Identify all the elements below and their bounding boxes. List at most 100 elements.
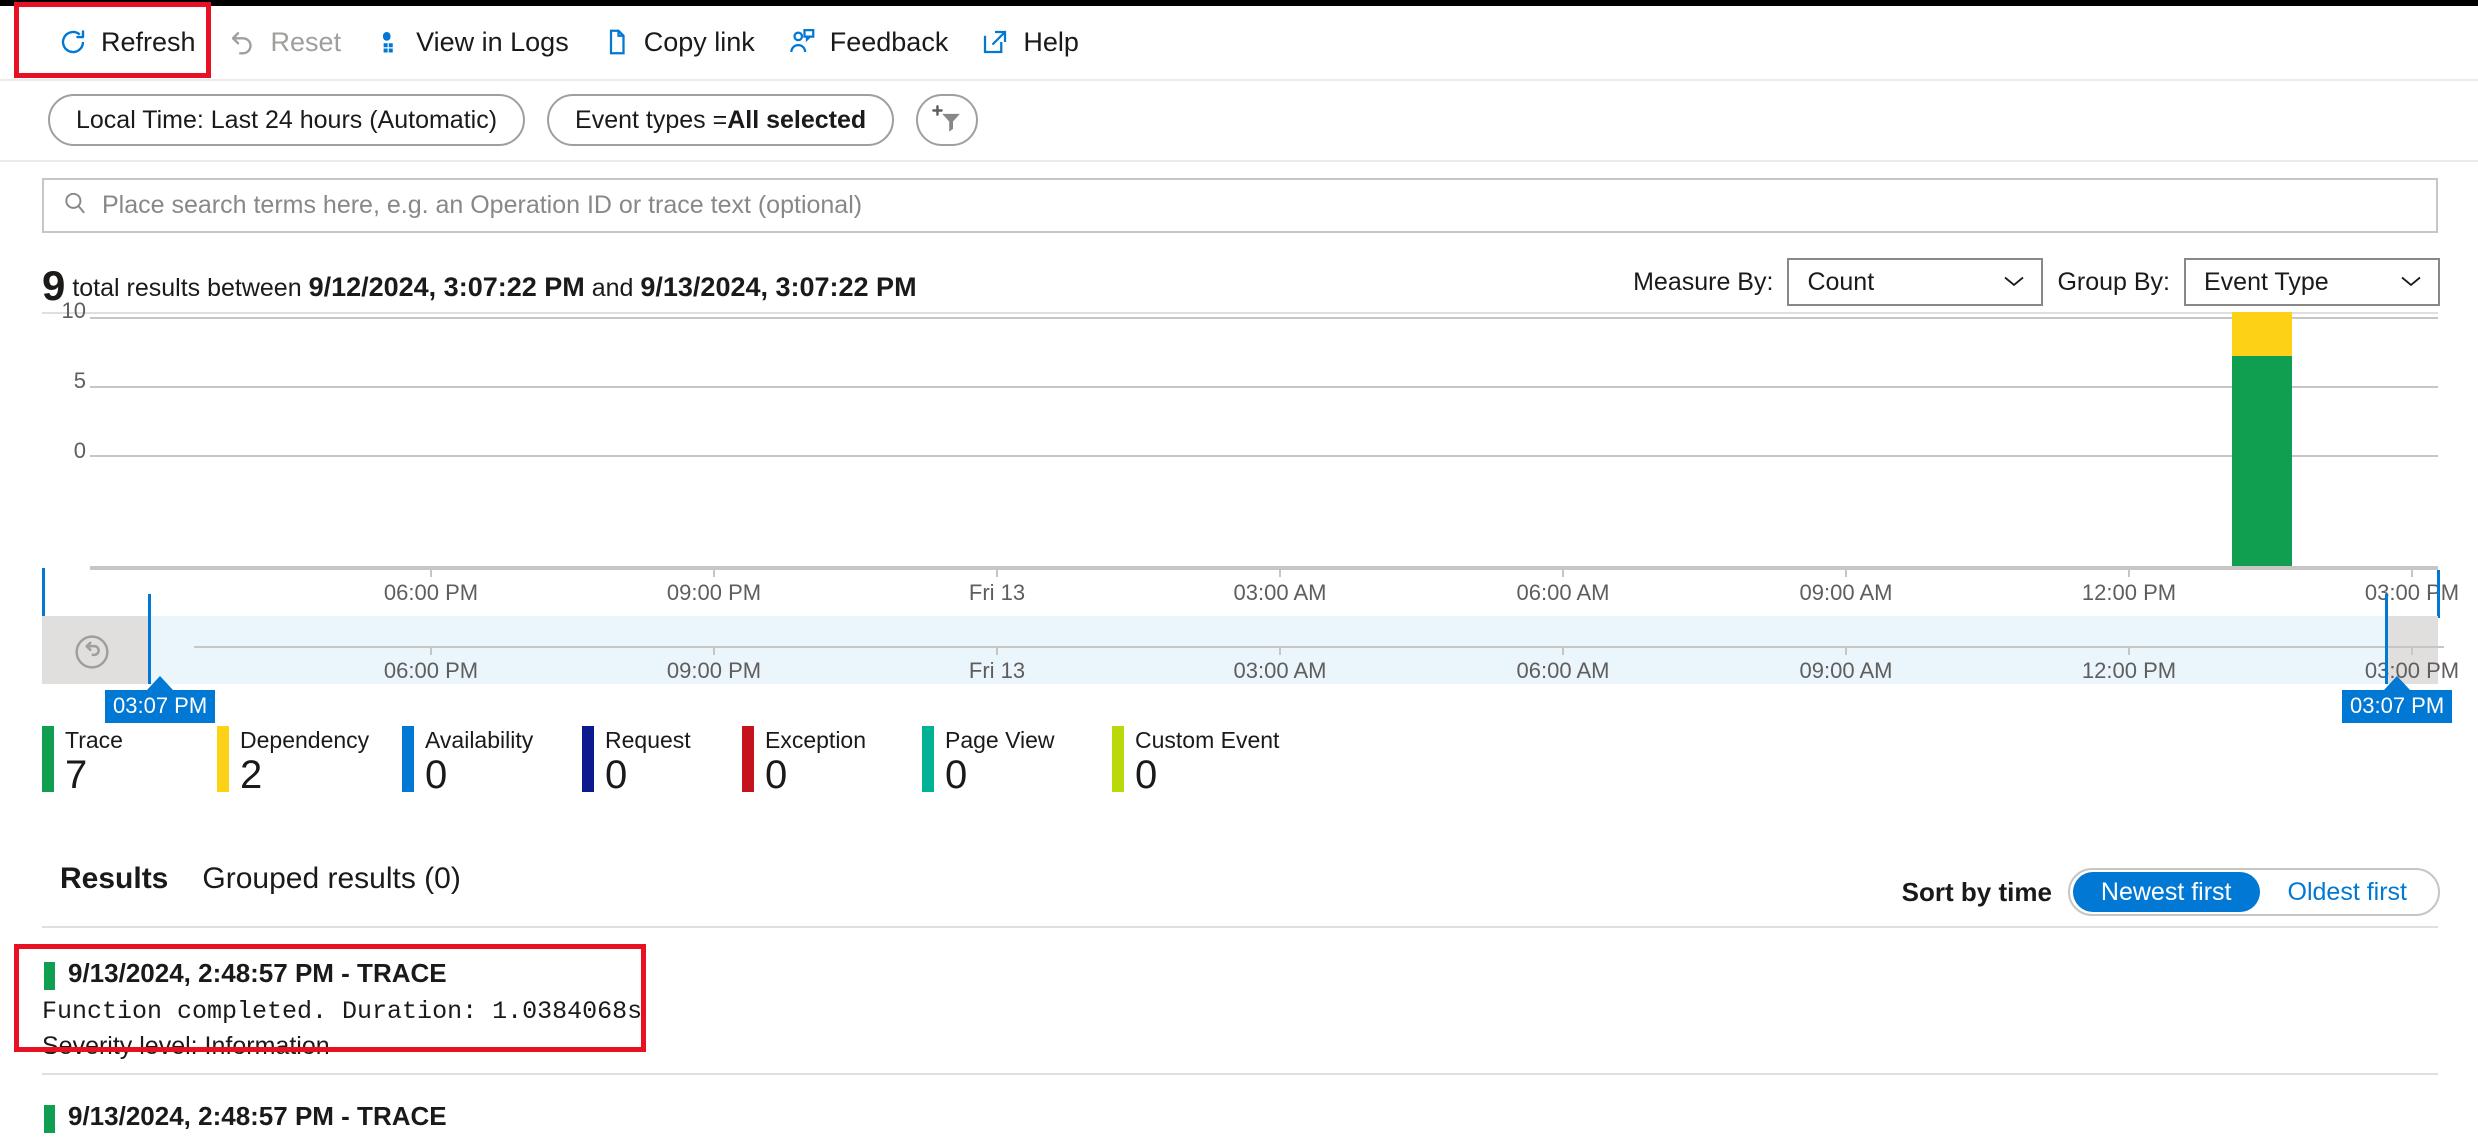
sort-oldest-first-button[interactable]: Oldest first (2260, 872, 2435, 912)
scrubber-tick (1279, 646, 1281, 655)
legend-value: 0 (425, 753, 448, 797)
legend-value: 0 (765, 753, 788, 797)
search-input[interactable]: Place search terms here, e.g. an Operati… (42, 178, 2438, 233)
tag-pointer-right (2384, 676, 2411, 690)
x-axis-tick (2128, 568, 2130, 577)
legend-swatch (1112, 726, 1124, 792)
x-axis-label: 09:00 AM (1799, 580, 1893, 605)
feedback-label: Feedback (829, 26, 949, 57)
legend-label: Exception (765, 727, 867, 753)
bar-segment-dependency[interactable] (2232, 312, 2292, 356)
filter-pill-row: Local Time: Last 24 hours (Automatic) Ev… (0, 88, 2478, 152)
legend-label: Availability (425, 727, 534, 753)
event-types-pill[interactable]: Event types = All selected (547, 94, 895, 146)
time-range-pill[interactable]: Local Time: Last 24 hours (Automatic) (48, 94, 526, 146)
bar-segment-trace[interactable] (2232, 356, 2292, 566)
x-axis-line (90, 568, 2438, 570)
legend-item-exception[interactable]: Exception 0 (742, 726, 922, 808)
legend-item-trace[interactable]: Trace 7 (42, 726, 217, 808)
row-severity-bar (44, 962, 55, 990)
add-filter-icon (930, 103, 964, 138)
sort-newest-first-button[interactable]: Newest first (2072, 872, 2260, 912)
legend-item-request[interactable]: Request 0 (582, 726, 742, 808)
refresh-icon (58, 27, 88, 57)
scrubber-axis-line (194, 646, 2444, 648)
scrubber-right-time-tag: 03:07 PM (2342, 676, 2453, 723)
logs-icon (373, 27, 403, 57)
table-row[interactable]: 9/13/2024, 2:48:57 PM - TRACE Function I… (42, 1087, 2438, 1139)
feedback-button[interactable]: Feedback (771, 14, 965, 70)
time-range-pill-label: Local Time: Last 24 hours (Automatic) (76, 105, 498, 134)
scrubber-selection-left[interactable] (148, 594, 151, 684)
scrubber-label: 03:00 AM (1233, 658, 1327, 683)
scrubber-selection-right[interactable] (2385, 594, 2388, 684)
chart-controls: Measure By: Count Group By: Event Type (1633, 258, 2440, 306)
scrubber-tick (2411, 646, 2413, 655)
events-timeline-chart[interactable]: 10 5 0 (42, 298, 2438, 568)
group-by-select[interactable]: Event Type (2184, 258, 2440, 306)
legend-label: Dependency (240, 727, 370, 753)
search-icon (62, 190, 88, 221)
view-in-logs-label: View in Logs (416, 26, 569, 57)
x-axis-label: 09:00 PM (666, 580, 762, 605)
view-in-logs-button[interactable]: View in Logs (357, 14, 585, 70)
row-divider (42, 1073, 2438, 1075)
command-bar: Refresh Reset View in Logs Copy link Fee… (0, 6, 2478, 78)
x-axis-label: 12:00 PM (2081, 580, 2177, 605)
table-row[interactable]: 9/13/2024, 2:48:57 PM - TRACE Function c… (42, 944, 2438, 1087)
results-range-start: 9/12/2024, 3:07:22 PM (308, 272, 585, 302)
copy-link-icon (601, 27, 631, 57)
x-axis-tick (1562, 568, 1564, 577)
x-axis-tick (1845, 568, 1847, 577)
help-label: Help (1023, 26, 1079, 57)
x-axis-tick (996, 568, 998, 577)
feedback-icon (787, 27, 817, 57)
legend-item-custom-event[interactable]: Custom Event 0 (1112, 726, 1322, 808)
legend-item-availability[interactable]: Availability 0 (402, 726, 582, 808)
results-range-end: 9/13/2024, 3:07:22 PM (640, 272, 917, 302)
legend-label: Request (605, 727, 691, 753)
chart-selection-right-edge (2437, 570, 2440, 618)
transaction-search-page: Refresh Reset View in Logs Copy link Fee… (0, 0, 2478, 1139)
chevron-down-icon (2398, 271, 2424, 293)
results-summary-text-1: total results between (72, 274, 309, 302)
legend-label: Page View (945, 727, 1055, 753)
search-area: Place search terms here, e.g. an Operati… (42, 178, 2438, 233)
legend-swatch (42, 726, 54, 792)
y-axis-label-0: 0 (73, 438, 86, 463)
group-by-value: Event Type (2204, 267, 2329, 296)
command-bar-divider (0, 79, 2478, 81)
legend-item-dependency[interactable]: Dependency 2 (217, 726, 402, 808)
help-button[interactable]: Help (964, 14, 1095, 70)
refresh-button[interactable]: Refresh (42, 14, 212, 70)
reset-button[interactable]: Reset (212, 14, 358, 70)
gridline-10 (90, 317, 2438, 319)
scrubber-left-handle[interactable] (42, 616, 150, 684)
tab-grouped-results[interactable]: Grouped results (0) (202, 862, 460, 896)
tag-right-label: 03:07 PM (2342, 690, 2453, 723)
search-input-placeholder: Place search terms here, e.g. an Operati… (102, 191, 863, 219)
scrubber-left-time-tag: 03:07 PM (105, 676, 216, 723)
gridline-0 (90, 455, 2438, 457)
measure-by-select[interactable]: Count (1787, 258, 2044, 306)
time-range-scrubber[interactable]: 06:00 PM 09:00 PM Fri 13 03:00 AM 06:00 … (42, 594, 2459, 684)
copy-link-button[interactable]: Copy link (585, 14, 771, 70)
scrubber-tick (713, 646, 715, 655)
refresh-button-label: Refresh (101, 26, 196, 57)
row-message: Function completed. Duration: 1.0384068s (42, 997, 643, 1026)
measure-by-label: Measure By: (1633, 267, 1774, 296)
reset-zoom-icon[interactable] (72, 632, 112, 677)
help-external-link-icon (980, 27, 1010, 57)
filter-row-divider (0, 160, 2478, 162)
chart-selection-left-edge (42, 568, 45, 618)
legend-value: 0 (1135, 753, 1158, 797)
legend-item-page-view[interactable]: Page View 0 (922, 726, 1112, 808)
scrubber-label: Fri 13 (968, 658, 1026, 683)
x-axis-label: 06:00 PM (383, 580, 479, 605)
add-filter-button[interactable] (916, 94, 979, 146)
scrubber-label: 12:00 PM (2081, 658, 2177, 683)
legend-swatch (217, 726, 229, 792)
tab-results[interactable]: Results (60, 862, 168, 896)
legend-swatch (402, 726, 414, 792)
sort-by-time-label: Sort by time (1901, 876, 2052, 907)
